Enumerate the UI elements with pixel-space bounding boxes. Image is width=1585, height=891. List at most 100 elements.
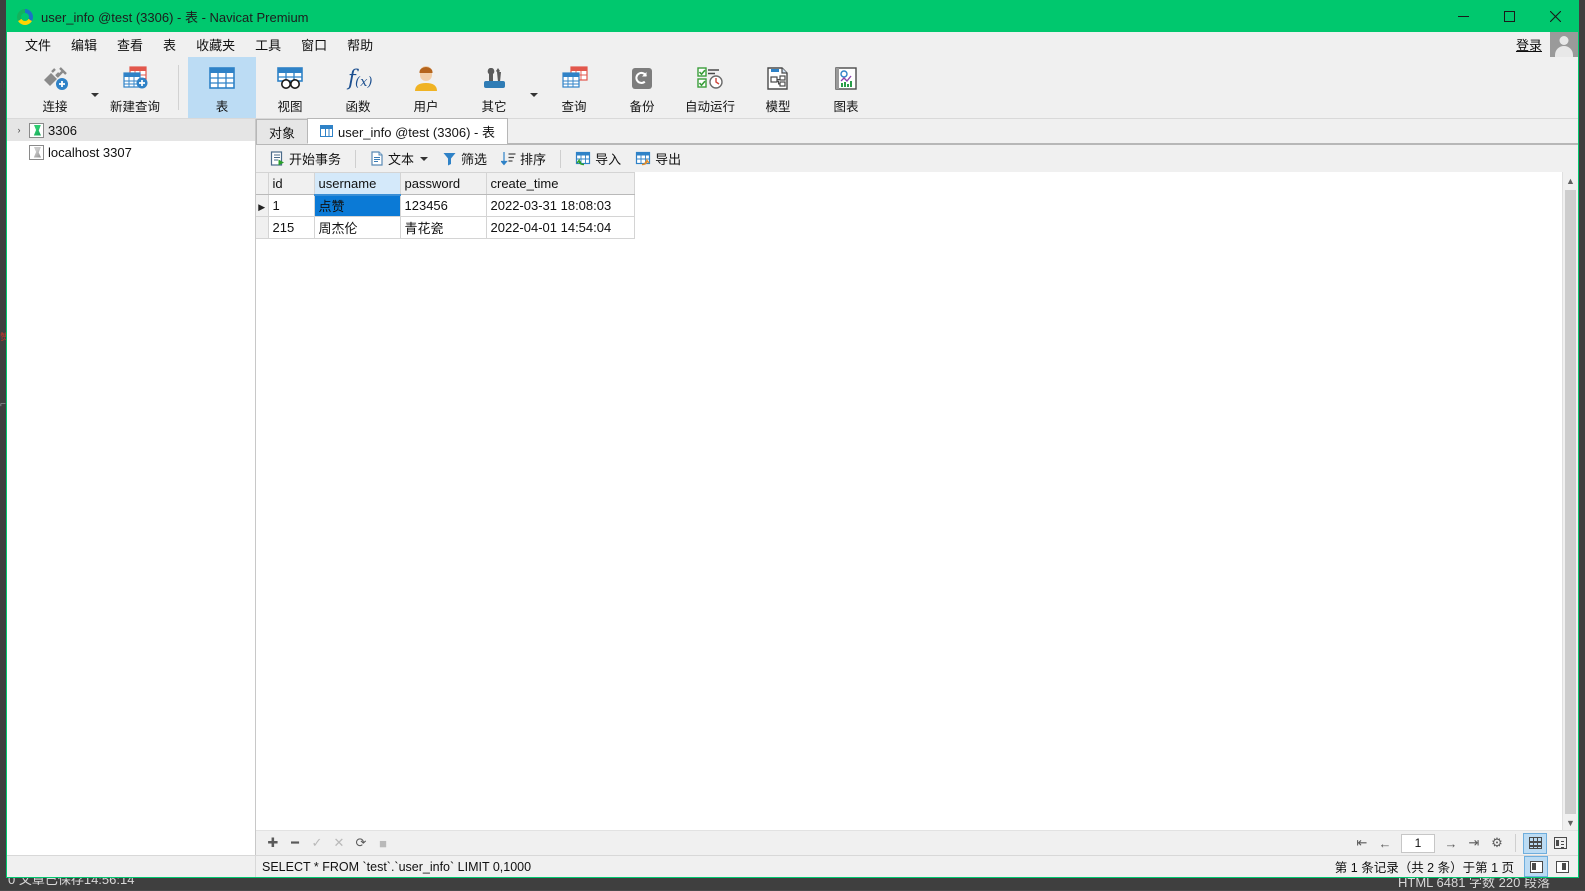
model-icon bbox=[763, 63, 793, 93]
sidebar-item-localhost-3307[interactable]: localhost 3307 bbox=[7, 141, 255, 163]
automation-icon bbox=[693, 63, 727, 93]
begin-transaction-label: 开始事务 bbox=[289, 149, 341, 168]
ribbon-automation-button[interactable]: 自动运行 bbox=[676, 57, 744, 118]
ribbon-table-button[interactable]: 表 bbox=[188, 57, 256, 118]
ribbon-user-button[interactable]: 用户 bbox=[392, 57, 460, 118]
minimize-button[interactable] bbox=[1440, 1, 1486, 32]
cell-username-selected[interactable]: 点赞 bbox=[314, 195, 400, 217]
last-page-button[interactable]: ⇥ bbox=[1463, 833, 1485, 853]
cell-id[interactable]: 1 bbox=[268, 195, 314, 217]
window-title: user_info @test (3306) - 表 - Navicat Pre… bbox=[41, 7, 309, 26]
filter-button[interactable]: 筛选 bbox=[436, 147, 493, 170]
cell-create-time[interactable]: 2022-04-01 14:54:04 bbox=[486, 217, 634, 239]
menu-file[interactable]: 文件 bbox=[15, 33, 61, 56]
table-body: ▶ 1 点赞 123456 2022-03-31 18:08:03 215 周杰 bbox=[256, 195, 634, 239]
menu-table[interactable]: 表 bbox=[153, 33, 186, 56]
begin-transaction-button[interactable]: 开始事务 bbox=[264, 147, 347, 170]
previous-page-button[interactable]: ← bbox=[1374, 833, 1396, 853]
sort-icon bbox=[501, 151, 516, 166]
close-button[interactable] bbox=[1532, 1, 1578, 32]
text-button[interactable]: 文本 bbox=[364, 147, 434, 170]
ribbon-toolbar: 连接 新建查询 bbox=[7, 57, 1578, 119]
ribbon-backup-button[interactable]: 备份 bbox=[608, 57, 676, 118]
column-header-username[interactable]: username bbox=[314, 173, 400, 195]
row-marker-current: ▶ bbox=[256, 195, 268, 217]
ribbon-query-label: 查询 bbox=[561, 96, 586, 115]
menu-help[interactable]: 帮助 bbox=[337, 33, 383, 56]
first-page-button[interactable]: ⇤ bbox=[1351, 833, 1373, 853]
column-header-password[interactable]: password bbox=[400, 173, 486, 195]
row-marker bbox=[256, 217, 268, 239]
filter-icon bbox=[442, 151, 457, 166]
page-number-input[interactable]: 1 bbox=[1401, 834, 1435, 853]
scroll-down-icon[interactable]: ▼ bbox=[1566, 816, 1575, 830]
table-row[interactable]: 215 周杰伦 青花瓷 2022-04-01 14:54:04 bbox=[256, 217, 634, 239]
table-row[interactable]: ▶ 1 点赞 123456 2022-03-31 18:08:03 bbox=[256, 195, 634, 217]
gridbar-separator-2 bbox=[560, 150, 561, 168]
menu-window[interactable]: 窗口 bbox=[291, 33, 337, 56]
sort-button[interactable]: 排序 bbox=[495, 147, 552, 170]
export-button-label: 导出 bbox=[655, 149, 681, 168]
expander-icon[interactable]: › bbox=[13, 125, 25, 135]
title-bar: user_info @test (3306) - 表 - Navicat Pre… bbox=[7, 1, 1578, 32]
form-view-toggle[interactable] bbox=[1548, 833, 1572, 854]
grid-view-toggle[interactable] bbox=[1523, 833, 1547, 854]
sidebar-item-localhost-3307-label: localhost 3307 bbox=[48, 145, 132, 160]
data-grid[interactable]: id username password create_time ▶ bbox=[256, 172, 1562, 830]
connection-dropdown-caret[interactable] bbox=[89, 57, 101, 118]
menu-favorites[interactable]: 收藏夹 bbox=[186, 33, 245, 56]
ribbon-connection-button[interactable]: 连接 bbox=[21, 57, 89, 118]
other-dropdown-caret[interactable] bbox=[528, 57, 540, 118]
ribbon-chart-button[interactable]: 图表 bbox=[812, 57, 880, 118]
right-panel-toggle[interactable] bbox=[1550, 856, 1574, 877]
tab-user-info-table[interactable]: user_info @test (3306) - 表 bbox=[307, 118, 508, 144]
export-icon bbox=[635, 151, 651, 166]
cancel-change-button[interactable]: ✕ bbox=[328, 833, 350, 853]
grid-settings-button[interactable]: ⚙ bbox=[1486, 833, 1508, 853]
add-record-button[interactable]: ✚ bbox=[262, 833, 284, 853]
ribbon-view-button[interactable]: 视图 bbox=[256, 57, 324, 118]
menu-view[interactable]: 查看 bbox=[107, 33, 153, 56]
ribbon-function-button[interactable]: f (x) 函数 bbox=[324, 57, 392, 118]
login-link[interactable]: 登录 bbox=[1516, 35, 1542, 54]
apply-change-button[interactable]: ✓ bbox=[306, 833, 328, 853]
menu-edit[interactable]: 编辑 bbox=[61, 33, 107, 56]
scrollbar-thumb[interactable] bbox=[1565, 190, 1576, 814]
scroll-up-icon[interactable]: ▲ bbox=[1566, 174, 1575, 188]
ribbon-table-label: 表 bbox=[216, 96, 229, 115]
column-header-create-time[interactable]: create_time bbox=[486, 173, 634, 195]
header-row: id username password create_time bbox=[256, 173, 634, 195]
sidebar-item-3306[interactable]: › 3306 bbox=[7, 119, 255, 141]
body-split: › 3306 localhost 3307 对象 user_info @test… bbox=[7, 119, 1578, 855]
tab-objects[interactable]: 对象 bbox=[256, 119, 308, 144]
cell-create-time[interactable]: 2022-03-31 18:08:03 bbox=[486, 195, 634, 217]
cell-password[interactable]: 123456 bbox=[400, 195, 486, 217]
avatar[interactable] bbox=[1550, 32, 1578, 57]
right-pane: 对象 user_info @test (3306) - 表 开始事务 bbox=[256, 119, 1578, 855]
ribbon-query-button[interactable]: 查询 bbox=[540, 57, 608, 118]
svg-text:(x): (x) bbox=[355, 75, 372, 90]
ribbon-new-query-button[interactable]: 新建查询 bbox=[101, 57, 169, 118]
left-panel-toggle[interactable] bbox=[1524, 856, 1548, 877]
refresh-button[interactable]: ⟳ bbox=[350, 833, 372, 853]
delete-record-button[interactable]: ━ bbox=[284, 833, 306, 853]
tab-objects-label: 对象 bbox=[269, 123, 295, 142]
stop-button[interactable]: ■ bbox=[372, 833, 394, 853]
cell-username[interactable]: 周杰伦 bbox=[314, 217, 400, 239]
maximize-button[interactable] bbox=[1486, 1, 1532, 32]
chevron-down-icon bbox=[91, 93, 99, 97]
export-button[interactable]: 导出 bbox=[629, 147, 687, 170]
grid-toolbar: 开始事务 文本 筛选 bbox=[256, 145, 1578, 172]
menu-tools[interactable]: 工具 bbox=[245, 33, 291, 56]
ribbon-model-button[interactable]: 模型 bbox=[744, 57, 812, 118]
tab-strip: 对象 user_info @test (3306) - 表 bbox=[256, 119, 1578, 145]
cell-password[interactable]: 青花瓷 bbox=[400, 217, 486, 239]
cell-id[interactable]: 215 bbox=[268, 217, 314, 239]
next-page-button[interactable]: → bbox=[1440, 833, 1462, 853]
grid-vertical-scrollbar[interactable]: ▲ ▼ bbox=[1562, 172, 1578, 830]
ribbon-other-button[interactable]: 其它 bbox=[460, 57, 528, 118]
column-header-id[interactable]: id bbox=[268, 173, 314, 195]
import-button[interactable]: 导入 bbox=[569, 147, 627, 170]
table-icon bbox=[320, 125, 333, 137]
records-table: id username password create_time ▶ bbox=[256, 172, 635, 239]
